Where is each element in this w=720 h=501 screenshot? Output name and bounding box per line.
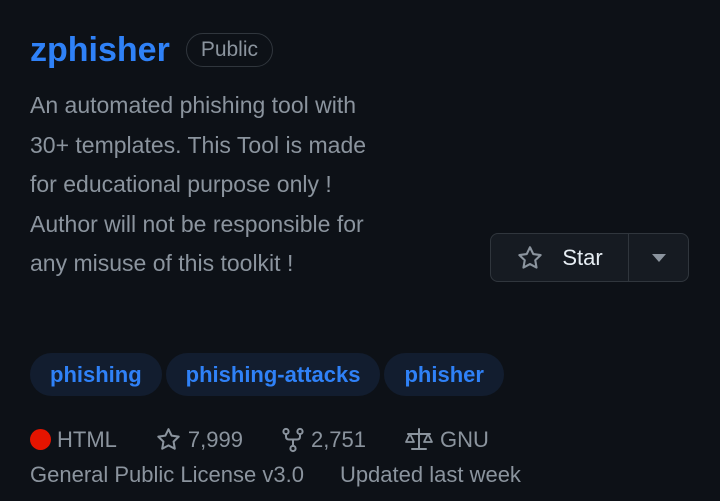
star-icon — [518, 245, 542, 269]
law-icon — [405, 427, 433, 450]
updated-time: Updated last week — [339, 462, 521, 487]
repo-meta: HTML 7,999 2,751 GNU — [30, 426, 489, 453]
license-name: GNU — [440, 426, 489, 452]
caret-down-icon — [651, 253, 666, 262]
topic-tag[interactable]: phisher — [384, 353, 504, 396]
fork-icon — [282, 427, 304, 452]
forks-link[interactable]: 2,751 — [281, 427, 366, 453]
repo-meta-secondary: General Public License v3.0 Updated last… — [30, 462, 521, 488]
language-name: HTML — [57, 426, 117, 452]
star-icon — [157, 428, 180, 450]
star-count: 7,999 — [187, 426, 243, 452]
language: HTML — [30, 427, 117, 453]
stargazers-link[interactable]: 7,999 — [155, 426, 243, 453]
star-dropdown-button[interactable] — [629, 234, 688, 281]
repo-description: An automated phishing tool with 30+ temp… — [30, 92, 367, 277]
license-name-continued: General Public License v3.0 — [30, 462, 304, 487]
star-button-group: Star — [490, 233, 689, 282]
star-button-label: Star — [562, 244, 603, 270]
topic-list: phishing phishing-attacks phisher — [30, 353, 504, 396]
fork-count: 2,751 — [310, 426, 367, 452]
repo-name-link[interactable]: zphisher — [30, 28, 170, 72]
language-color-dot — [30, 429, 51, 450]
repo-title-row: zphisher Public — [30, 28, 274, 72]
visibility-badge: Public — [185, 33, 274, 67]
license: GNU — [404, 427, 489, 453]
topic-tag[interactable]: phishing-attacks — [165, 353, 381, 396]
star-button[interactable]: Star — [491, 234, 629, 281]
topic-tag[interactable]: phishing — [30, 353, 162, 396]
